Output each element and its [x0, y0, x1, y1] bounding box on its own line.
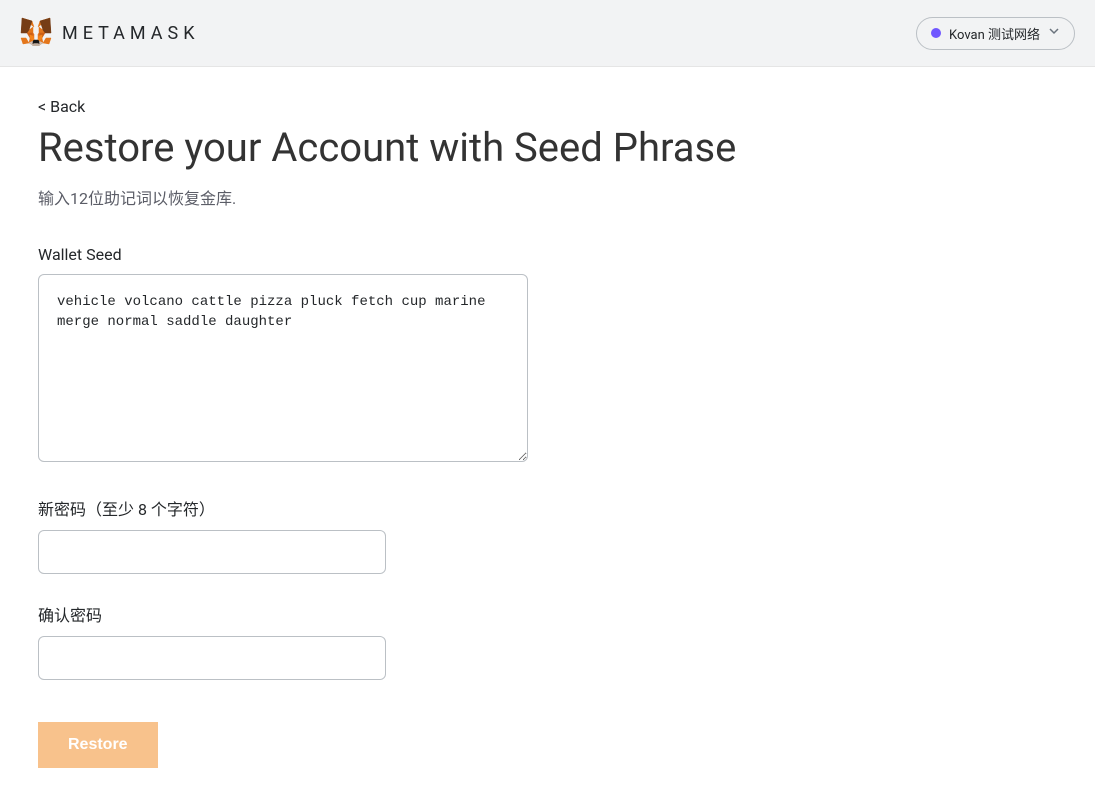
- restore-button[interactable]: Restore: [38, 722, 158, 768]
- new-password-input[interactable]: [38, 530, 386, 574]
- main-content: < Back Restore your Account with Seed Ph…: [0, 67, 900, 798]
- seed-textarea[interactable]: [38, 274, 528, 462]
- brand-name: METAMASK: [62, 23, 200, 44]
- new-password-label: 新密码（至少 8 个字符）: [38, 496, 862, 520]
- confirm-password-input[interactable]: [38, 636, 386, 680]
- brand-logo: METAMASK: [20, 16, 200, 50]
- back-link[interactable]: < Back: [38, 97, 862, 116]
- page-title: Restore your Account with Seed Phrase: [38, 124, 862, 171]
- network-label: Kovan 测试网络: [949, 24, 1040, 43]
- fox-icon: [20, 16, 52, 50]
- network-selector[interactable]: Kovan 测试网络: [916, 17, 1075, 50]
- page-subtitle: 输入12位助记词以恢复金库.: [38, 185, 862, 209]
- network-dot-icon: [931, 28, 941, 38]
- app-header: METAMASK Kovan 测试网络: [0, 0, 1095, 67]
- confirm-password-label: 确认密码: [38, 602, 862, 626]
- chevron-down-icon: [1048, 25, 1060, 41]
- seed-label: Wallet Seed: [38, 245, 862, 264]
